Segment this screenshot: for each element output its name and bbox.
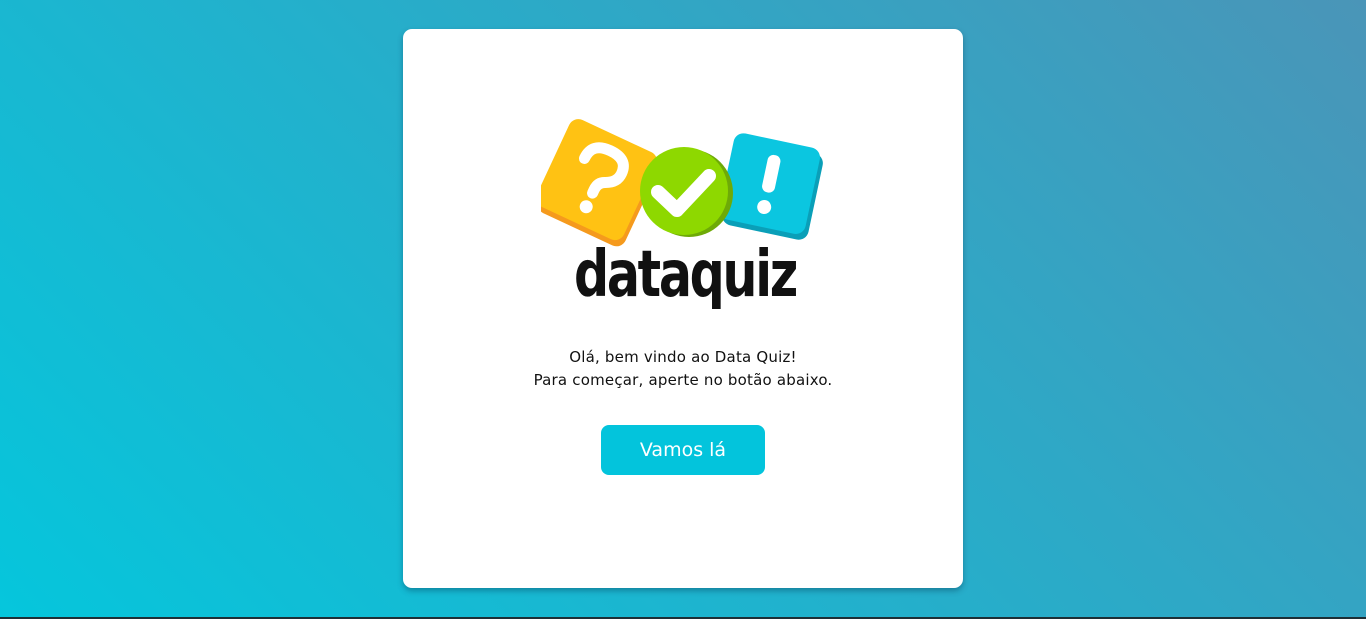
welcome-line-1: Olá, bem vindo ao Data Quiz!	[569, 348, 797, 366]
start-quiz-button[interactable]: Vamos lá	[601, 425, 765, 475]
exclamation-mark-icon	[719, 133, 823, 240]
dataquiz-logo: dataquiz	[541, 109, 825, 309]
check-mark-icon	[640, 147, 733, 237]
welcome-card: dataquiz Olá, bem vindo ao Data Quiz! Pa…	[403, 29, 963, 588]
welcome-line-2: Para começar, aperte no botão abaixo.	[533, 371, 833, 389]
logo-wordmark: dataquiz	[574, 238, 797, 309]
